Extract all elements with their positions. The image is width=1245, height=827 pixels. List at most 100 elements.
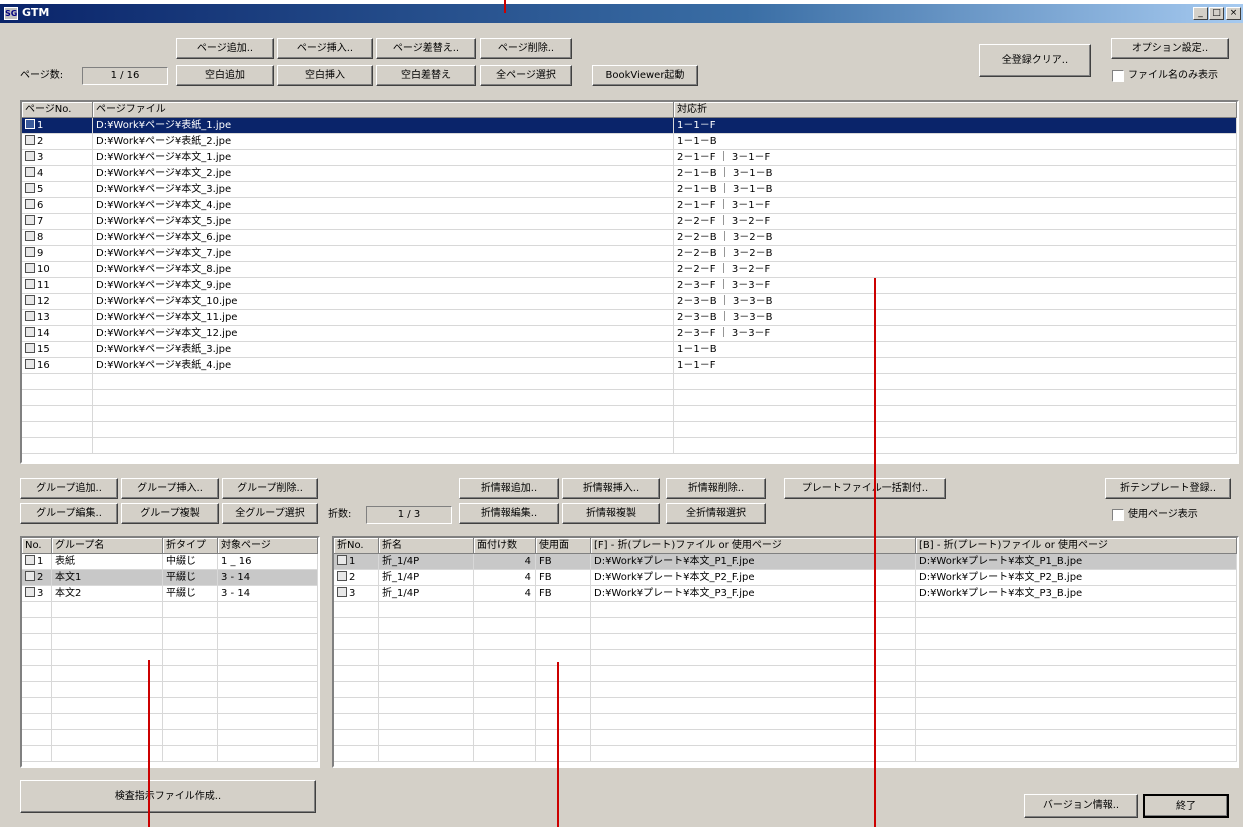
page-row[interactable]: 13 D:¥Work¥ページ¥本文_11.jpe 2－3－B ｜ 3－3－B xyxy=(22,310,1237,326)
group-row[interactable] xyxy=(22,746,318,762)
fold-row[interactable]: 1 折_1/4P 4 FB D:¥Work¥プレート¥本文_P1_F.jpe D:¥Wor… xyxy=(334,554,1237,570)
page-row[interactable]: 10 D:¥Work¥ページ¥本文_8.jpe 2－2－F ｜ 3－2－F xyxy=(22,262,1237,278)
insert-page-button[interactable]: ページ挿入.. xyxy=(277,38,373,59)
page-row[interactable] xyxy=(22,406,1237,422)
page-row[interactable] xyxy=(22,438,1237,454)
replace-blank-button[interactable]: 空白差替え xyxy=(376,65,476,86)
group-row[interactable] xyxy=(22,714,318,730)
fold-row[interactable] xyxy=(334,602,1237,618)
column-header-fold-type[interactable]: 折タイプ xyxy=(163,538,218,554)
page-row[interactable] xyxy=(22,374,1237,390)
fold-template-button[interactable]: 折テンプレート登録.. xyxy=(1105,478,1231,499)
group-row[interactable]: 3 本文2 平綴じ 3 - 14 xyxy=(22,586,318,602)
copy-fold-button[interactable]: 折情報複製 xyxy=(562,503,660,524)
page-row[interactable]: 4 D:¥Work¥ページ¥本文_2.jpe 2－1－B ｜ 3－1－B xyxy=(22,166,1237,182)
column-header-page-file[interactable]: ページファイル xyxy=(93,102,674,118)
group-row[interactable]: 1 表紙 中綴じ 1 _ 16 xyxy=(22,554,318,570)
add-group-button[interactable]: グループ追加.. xyxy=(20,478,118,499)
insert-group-button[interactable]: グループ挿入.. xyxy=(121,478,219,499)
page-list[interactable]: ページNo. ページファイル 対応折 1 D:¥Work¥ページ¥表紙_1.jpe… xyxy=(20,100,1239,464)
column-header-used-side[interactable]: 使用面 xyxy=(536,538,591,554)
group-row[interactable]: 2 本文1 平綴じ 3 - 14 xyxy=(22,570,318,586)
add-blank-button[interactable]: 空白追加 xyxy=(176,65,274,86)
column-header-group-no[interactable]: No. xyxy=(22,538,52,554)
column-header-back-file[interactable]: [B] - 折(プレート)ファイル or 使用ページ xyxy=(916,538,1237,554)
close-icon[interactable]: × xyxy=(1226,7,1241,20)
group-row[interactable] xyxy=(22,730,318,746)
filename-only-checkbox[interactable] xyxy=(1112,70,1124,82)
page-row[interactable]: 15 D:¥Work¥ページ¥表紙_3.jpe 1－1－B xyxy=(22,342,1237,358)
group-row[interactable] xyxy=(22,650,318,666)
group-row[interactable] xyxy=(22,602,318,618)
select-all-pages-button[interactable]: 全ページ選択 xyxy=(480,65,572,86)
column-header-fold-name[interactable]: 折名 xyxy=(379,538,474,554)
show-used-pages-checkbox[interactable] xyxy=(1112,509,1124,521)
group-row[interactable] xyxy=(22,634,318,650)
group-row[interactable] xyxy=(22,618,318,634)
minimize-icon[interactable]: _ xyxy=(1193,7,1208,20)
group-list[interactable]: No. グループ名 折タイプ 対象ページ 1 表紙 中綴じ 1 _ 16 2 本文1 平綴じ… xyxy=(20,536,320,768)
page-row[interactable]: 12 D:¥Work¥ページ¥本文_10.jpe 2－3－B ｜ 3－3－B xyxy=(22,294,1237,310)
plate-assign-button[interactable]: プレートファイル一括割付.. xyxy=(784,478,946,499)
fold-row[interactable]: 2 折_1/4P 4 FB D:¥Work¥プレート¥本文_P2_F.jpe D:¥Wor… xyxy=(334,570,1237,586)
page-row[interactable]: 11 D:¥Work¥ページ¥本文_9.jpe 2－3－F ｜ 3－3－F xyxy=(22,278,1237,294)
options-button[interactable]: オプション設定.. xyxy=(1111,38,1229,59)
fold-row[interactable] xyxy=(334,746,1237,762)
page-row[interactable]: 9 D:¥Work¥ページ¥本文_7.jpe 2－2－B ｜ 3－2－B xyxy=(22,246,1237,262)
insert-fold-button[interactable]: 折情報挿入.. xyxy=(562,478,660,499)
replace-page-button[interactable]: ページ差替え.. xyxy=(376,38,476,59)
version-info-button[interactable]: バージョン情報.. xyxy=(1024,794,1138,818)
edit-fold-button[interactable]: 折情報編集.. xyxy=(459,503,559,524)
insert-blank-button[interactable]: 空白挿入 xyxy=(277,65,373,86)
group-row[interactable] xyxy=(22,682,318,698)
column-header-imposition[interactable]: 面付け数 xyxy=(474,538,536,554)
fold-row[interactable] xyxy=(334,666,1237,682)
fold-row[interactable] xyxy=(334,650,1237,666)
delete-group-button[interactable]: グループ削除.. xyxy=(222,478,318,499)
select-all-groups-button[interactable]: 全グループ選択 xyxy=(222,503,318,524)
maximize-icon[interactable]: □ xyxy=(1209,7,1224,20)
column-header-front-file[interactable]: [F] - 折(プレート)ファイル or 使用ページ xyxy=(591,538,916,554)
table-cell xyxy=(218,730,318,746)
select-all-folds-button[interactable]: 全折情報選択 xyxy=(666,503,766,524)
fold-row[interactable] xyxy=(334,698,1237,714)
delete-fold-button[interactable]: 折情報削除.. xyxy=(666,478,766,499)
column-header-fold[interactable]: 対応折 xyxy=(674,102,1237,118)
column-header-group-name[interactable]: グループ名 xyxy=(52,538,163,554)
book-viewer-button[interactable]: BookViewer起動 xyxy=(592,65,698,86)
page-row[interactable] xyxy=(22,390,1237,406)
fold-row[interactable] xyxy=(334,634,1237,650)
delete-page-button[interactable]: ページ削除.. xyxy=(480,38,572,59)
page-row[interactable]: 6 D:¥Work¥ページ¥本文_4.jpe 2－1－F ｜ 3－1－F xyxy=(22,198,1237,214)
fold-row[interactable] xyxy=(334,618,1237,634)
fold-row[interactable] xyxy=(334,730,1237,746)
clear-all-button[interactable]: 全登録クリア.. xyxy=(979,44,1091,77)
column-header-page-no[interactable]: ページNo. xyxy=(22,102,93,118)
page-row[interactable]: 14 D:¥Work¥ページ¥本文_12.jpe 2－3－F ｜ 3－3－F xyxy=(22,326,1237,342)
group-row[interactable] xyxy=(22,698,318,714)
page-row[interactable] xyxy=(22,422,1237,438)
title-bar[interactable]: SG GTM _ □ × xyxy=(0,4,1243,23)
column-header-fold-no[interactable]: 折No. xyxy=(334,538,379,554)
page-row[interactable]: 7 D:¥Work¥ページ¥本文_5.jpe 2－2－F ｜ 3－2－F xyxy=(22,214,1237,230)
table-cell xyxy=(218,714,318,730)
page-row[interactable]: 5 D:¥Work¥ページ¥本文_3.jpe 2－1－B ｜ 3－1－B xyxy=(22,182,1237,198)
group-row[interactable] xyxy=(22,666,318,682)
page-row[interactable]: 16 D:¥Work¥ページ¥表紙_4.jpe 1－1－F xyxy=(22,358,1237,374)
make-index-file-button[interactable]: 検査指示ファイル作成.. xyxy=(20,780,316,813)
fold-list[interactable]: 折No. 折名 面付け数 使用面 [F] - 折(プレート)ファイル or 使用… xyxy=(332,536,1239,768)
page-row[interactable]: 2 D:¥Work¥ページ¥表紙_2.jpe 1－1－B xyxy=(22,134,1237,150)
fold-row[interactable] xyxy=(334,714,1237,730)
fold-row[interactable]: 3 折_1/4P 4 FB D:¥Work¥プレート¥本文_P3_F.jpe D:¥Wor… xyxy=(334,586,1237,602)
add-page-button[interactable]: ページ追加.. xyxy=(176,38,274,59)
fold-row[interactable] xyxy=(334,682,1237,698)
page-row[interactable]: 8 D:¥Work¥ページ¥本文_6.jpe 2－2－B ｜ 3－2－B xyxy=(22,230,1237,246)
page-row[interactable]: 1 D:¥Work¥ページ¥表紙_1.jpe 1－1－F xyxy=(22,118,1237,134)
exit-button[interactable]: 終了 xyxy=(1143,794,1229,818)
edit-group-button[interactable]: グループ編集.. xyxy=(20,503,118,524)
page-row[interactable]: 3 D:¥Work¥ページ¥本文_1.jpe 2－1－F ｜ 3－1－F xyxy=(22,150,1237,166)
add-fold-button[interactable]: 折情報追加.. xyxy=(459,478,559,499)
column-header-target-pages[interactable]: 対象ページ xyxy=(218,538,318,554)
table-cell: 3 xyxy=(334,586,379,602)
copy-group-button[interactable]: グループ複製 xyxy=(121,503,219,524)
